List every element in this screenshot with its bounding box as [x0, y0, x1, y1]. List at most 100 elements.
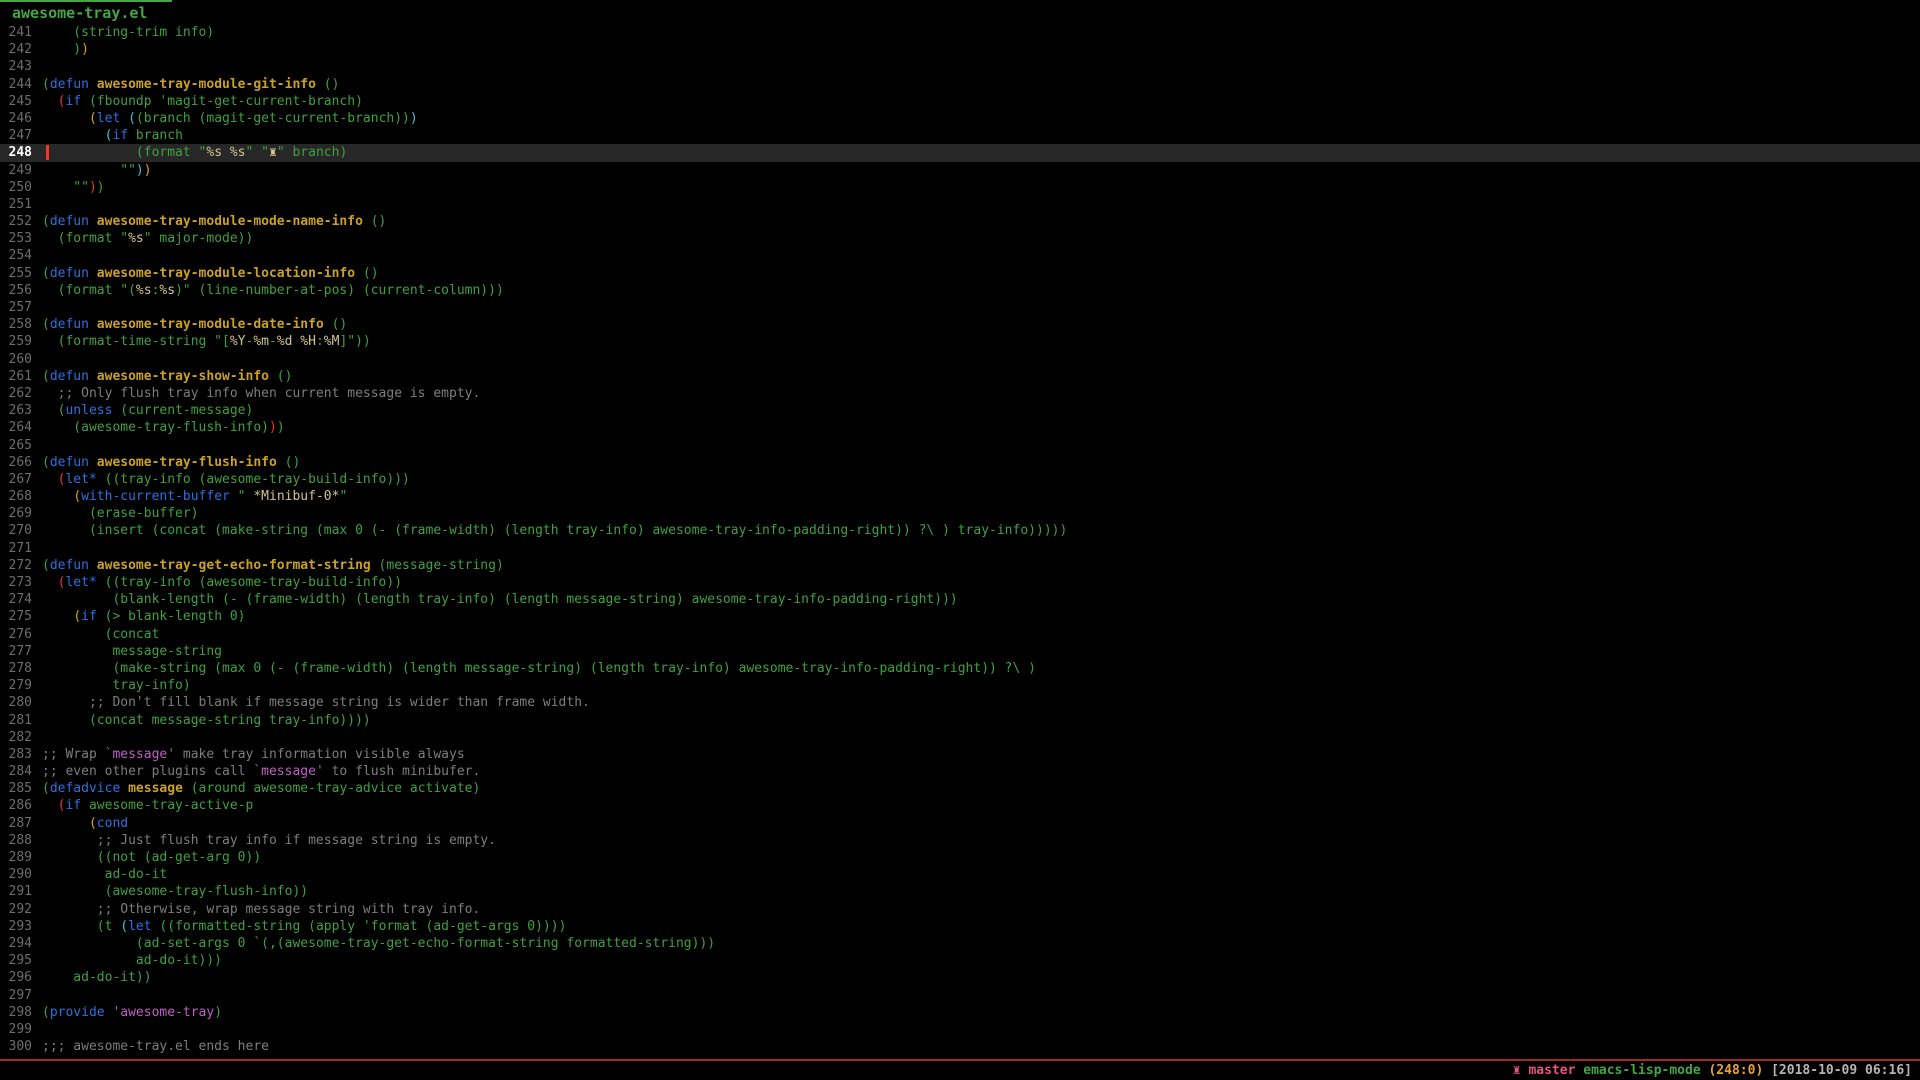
tray-status-bar: ♜ master emacs-lisp-mode (248:0) [2018-1… [0, 1061, 1920, 1080]
line-number: 280 [0, 694, 32, 711]
code-line[interactable]: 299 [0, 1021, 1920, 1038]
code-text: (string-trim info) [42, 25, 214, 40]
code-line[interactable]: 278 (make-string (max 0 (- (frame-width)… [0, 660, 1920, 677]
code-line[interactable]: 250 "")) [0, 179, 1920, 196]
code-line[interactable]: 256 (format "(%s:%s)" (line-number-at-po… [0, 282, 1920, 299]
code-text: (unless (current-message) [42, 403, 253, 418]
line-number: 248 [0, 144, 32, 161]
code-line[interactable]: 266(defun awesome-tray-flush-info () [0, 454, 1920, 471]
code-text: (let ((branch (magit-get-current-branch)… [42, 111, 418, 126]
code-line[interactable]: 267 (let* ((tray-info (awesome-tray-buil… [0, 471, 1920, 488]
line-number: 247 [0, 127, 32, 144]
line-number: 251 [0, 196, 32, 213]
code-line[interactable]: 297 [0, 987, 1920, 1004]
code-line[interactable]: 281 (concat message-string tray-info)))) [0, 712, 1920, 729]
code-line[interactable]: 251 [0, 196, 1920, 213]
code-line[interactable]: 289 ((not (ad-get-arg 0)) [0, 849, 1920, 866]
code-line[interactable]: 243 [0, 58, 1920, 75]
code-text: tray-info) [42, 678, 191, 693]
line-number: 268 [0, 488, 32, 505]
line-number: 243 [0, 58, 32, 75]
code-line[interactable]: 275 (if (> blank-length 0) [0, 608, 1920, 625]
cursor-position-label: (248:0) [1708, 1063, 1763, 1078]
line-number: 300 [0, 1038, 32, 1055]
code-line[interactable]: 260 [0, 351, 1920, 368]
code-line[interactable]: 245 (if (fboundp 'magit-get-current-bran… [0, 93, 1920, 110]
code-line[interactable]: 242 )) [0, 41, 1920, 58]
line-number: 273 [0, 574, 32, 591]
code-text: ;;; awesome-tray.el ends here [42, 1039, 269, 1054]
code-line[interactable]: 265 [0, 437, 1920, 454]
code-text: ;; Otherwise, wrap message string with t… [42, 902, 480, 917]
line-number: 249 [0, 162, 32, 179]
code-line[interactable]: 253 (format "%s" major-mode)) [0, 230, 1920, 247]
line-number: 250 [0, 179, 32, 196]
code-line[interactable]: 277 message-string [0, 643, 1920, 660]
code-line[interactable]: 284;; even other plugins call `message' … [0, 763, 1920, 780]
code-line[interactable]: 279 tray-info) [0, 677, 1920, 694]
code-line[interactable]: 273 (let* ((tray-info (awesome-tray-buil… [0, 574, 1920, 591]
code-line[interactable]: 271 [0, 540, 1920, 557]
code-line[interactable]: 244(defun awesome-tray-module-git-info (… [0, 76, 1920, 93]
buffer-tab-title[interactable]: awesome-tray.el [12, 4, 147, 22]
code-text: (defadvice message (around awesome-tray-… [42, 781, 480, 796]
line-number: 256 [0, 282, 32, 299]
code-line[interactable]: 288 ;; Just flush tray info if message s… [0, 832, 1920, 849]
code-line[interactable]: 252(defun awesome-tray-module-mode-name-… [0, 213, 1920, 230]
code-text: (cond [42, 816, 128, 831]
code-line[interactable]: 283;; Wrap `message' make tray informati… [0, 746, 1920, 763]
code-line[interactable]: 269 (erase-buffer) [0, 505, 1920, 522]
code-text: (awesome-tray-flush-info))) [42, 420, 285, 435]
major-mode-label: emacs-lisp-mode [1583, 1063, 1700, 1078]
code-line[interactable]: 296 ad-do-it)) [0, 969, 1920, 986]
code-line[interactable]: 274 (blank-length (- (frame-width) (leng… [0, 591, 1920, 608]
code-line[interactable]: 285 (defadvice message (around awesome-tr… [0, 780, 1920, 797]
code-line[interactable]: 258(defun awesome-tray-module-date-info … [0, 316, 1920, 333]
code-line[interactable]: 272(defun awesome-tray-get-echo-format-s… [0, 557, 1920, 574]
text-cursor [46, 145, 49, 160]
line-number: 293 [0, 918, 32, 935]
code-line[interactable]: 300 ;;; awesome-tray.el ends here [0, 1038, 1920, 1055]
code-line[interactable]: 264 (awesome-tray-flush-info))) [0, 419, 1920, 436]
code-line[interactable]: 268 (with-current-buffer " *Minibuf-0*" [0, 488, 1920, 505]
code-line[interactable]: 255(defun awesome-tray-module-location-i… [0, 265, 1920, 282]
code-line[interactable]: 290 ad-do-it [0, 866, 1920, 883]
line-number: 263 [0, 402, 32, 419]
code-line[interactable]: 282 [0, 729, 1920, 746]
code-line[interactable]: 259 (format-time-string "[%Y-%m-%d %H:%M… [0, 333, 1920, 350]
line-number: 285 [0, 780, 32, 797]
line-number: 299 [0, 1021, 32, 1038]
editor-buffer[interactable]: 241 (string-trim info)242 ))243244(defun… [0, 24, 1920, 1055]
code-line[interactable]: 295 ad-do-it))) [0, 952, 1920, 969]
code-line[interactable]: 294 (ad-set-args 0 `(,(awesome-tray-get-… [0, 935, 1920, 952]
code-line[interactable]: 262 ;; Only flush tray info when current… [0, 385, 1920, 402]
line-number: 264 [0, 419, 32, 436]
code-text: (erase-buffer) [42, 506, 199, 521]
code-text: (defun awesome-tray-module-location-info… [42, 266, 379, 281]
code-line[interactable]: 286 (if awesome-tray-active-p [0, 797, 1920, 814]
code-line[interactable]: 287 (cond [0, 815, 1920, 832]
code-line[interactable]: 248 (format "%s %s" "♜" branch) [0, 144, 1920, 161]
code-line[interactable]: 280 ;; Don't fill blank if message strin… [0, 694, 1920, 711]
code-line[interactable]: 246 (let ((branch (magit-get-current-bra… [0, 110, 1920, 127]
active-tab-indicator [0, 0, 172, 2]
line-number: 267 [0, 471, 32, 488]
code-line[interactable]: 291 (awesome-tray-flush-info)) [0, 883, 1920, 900]
code-line[interactable]: 292 ;; Otherwise, wrap message string wi… [0, 901, 1920, 918]
code-line[interactable]: 247 (if branch [0, 127, 1920, 144]
code-line[interactable]: 249 "")) [0, 162, 1920, 179]
code-line[interactable]: 276 (concat [0, 626, 1920, 643]
code-line[interactable]: 293 (t (let ((formatted-string (apply 'f… [0, 918, 1920, 935]
line-number: 259 [0, 333, 32, 350]
code-text: (if (fboundp 'magit-get-current-branch) [42, 94, 363, 109]
code-line[interactable]: 257 [0, 299, 1920, 316]
line-number: 274 [0, 591, 32, 608]
code-line[interactable]: 254 [0, 247, 1920, 264]
code-line[interactable]: 270 (insert (concat (make-string (max 0 … [0, 522, 1920, 539]
code-text: (if branch [42, 128, 183, 143]
line-number: 295 [0, 952, 32, 969]
code-line[interactable]: 241 (string-trim info) [0, 24, 1920, 41]
code-line[interactable]: 263 (unless (current-message) [0, 402, 1920, 419]
code-line[interactable]: 298(provide 'awesome-tray) [0, 1004, 1920, 1021]
code-line[interactable]: 261(defun awesome-tray-show-info () [0, 368, 1920, 385]
